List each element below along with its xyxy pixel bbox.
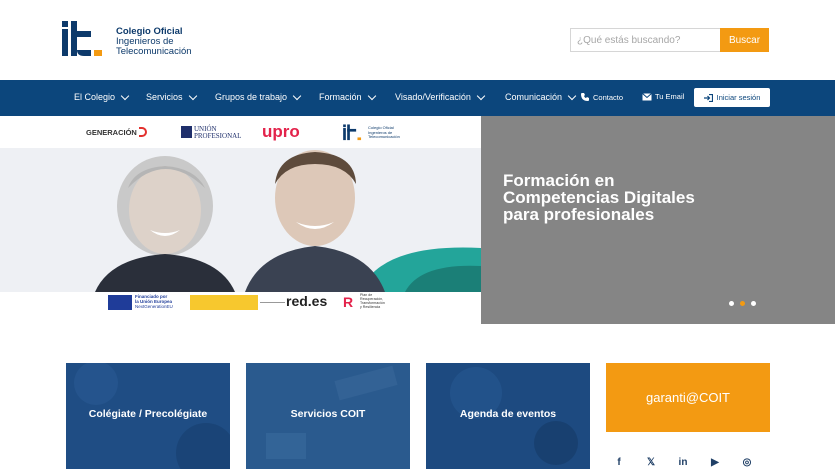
instagram-icon[interactable]: ◎ [740,455,754,469]
card-colegiate[interactable]: Colégiate / Precolégiate [66,363,230,469]
login-button[interactable]: Iniciar sesión [694,88,770,107]
nav-item-label: Formación [319,92,362,102]
slider-dot-2[interactable] [740,301,745,306]
slider-dot-1[interactable] [729,301,734,306]
chevron-down-icon [292,91,302,100]
logo-line: Telecomunicación [116,46,192,57]
eu-flag-icon [108,295,132,310]
nav-item-formacion[interactable]: Formación [319,91,376,102]
nav-contact[interactable]: Contacto [580,92,623,102]
hero-title-line: Competencias Digitales [503,188,695,207]
logo-text: Colegio Oficial Ingenieros de Telecomuni… [116,27,192,57]
chevron-down-icon [367,91,376,100]
partner-logos: GENERACIÓN UNIÓN PROFESIONAL upro Colegi… [0,116,481,148]
social-links: f 𝕏 in ▶ ◎ [612,455,754,469]
chevron-down-icon [476,91,486,100]
funding-divider [260,302,285,303]
youtube-icon[interactable]: ▶ [708,455,722,469]
coit-logo-small [343,124,362,141]
eu-line: NextGenerationEU [135,304,173,309]
logo-generacion: GENERACIÓN [86,127,147,137]
chevron-down-icon [120,91,130,100]
red-es-logo: red.es [286,293,328,309]
hero-title-line: Formación en [503,171,615,190]
chevron-down-icon [188,91,197,100]
slider-dot-3[interactable] [751,301,756,306]
hero-image: GENERACIÓN UNIÓN PROFESIONAL upro Colegi… [0,116,481,324]
card-label: Agenda de eventos [459,408,557,420]
nav-item-label: Grupos de trabajo [215,92,288,102]
chevron-down-icon [567,91,577,100]
nav-item-label: El Colegio [74,92,116,102]
union-mark [181,126,192,138]
nav-contact-label: Contacto [593,92,624,102]
linkedin-icon[interactable]: in [676,455,690,469]
plan-recuperacion-text: Plan de Recuperación, Transformación y R… [360,293,385,309]
nav-item-label: Servicios [146,92,183,102]
gobierno-logo [190,295,258,310]
search-input[interactable] [570,28,720,52]
nav-item-comunicacion[interactable]: Comunicación [505,91,577,102]
generacion-d-mark [138,127,147,137]
hero-slider[interactable]: GENERACIÓN UNIÓN PROFESIONAL upro Colegi… [0,116,835,324]
facebook-icon[interactable]: f [612,455,626,469]
search-button[interactable]: Buscar [720,28,769,52]
card-label: Colégiate / Precolégiate [88,408,208,420]
hero-title[interactable]: Formación en Competencias Digitales para… [503,172,695,223]
phone-icon [581,93,589,101]
funding-logos: Financiado por la Unión Europea NextGene… [0,292,481,324]
logo-generacion-text: GENERACIÓN [86,128,137,137]
garanti-coit-button[interactable]: garanti@COIT [606,363,770,432]
login-label: Iniciar sesión [716,93,761,102]
nav-email-label: Tu Email [655,92,685,101]
sign-in-icon [703,93,713,102]
site-header: Colegio Oficial Ingenieros de Telecomuni… [0,0,835,80]
x-icon[interactable]: 𝕏 [644,455,658,469]
nav-item-servicios[interactable]: Servicios [146,91,197,102]
slider-dots [729,301,756,306]
logo-upro: upro [262,122,300,141]
card-label: Servicios COIT [290,408,366,420]
nav-email[interactable]: Tu Email [642,92,684,101]
coit-small-line: Telecomunicación [368,134,400,139]
logo-union-profesional: UNIÓN PROFESIONAL [181,126,244,140]
plan-line: y Resiliencia [360,305,381,309]
nav-item-grupos[interactable]: Grupos de trabajo [215,91,302,102]
hero-caption-panel: Formación en Competencias Digitales para… [481,116,835,324]
hero-title-line: para profesionales [503,205,655,224]
nav-item-label: Visado/Verificación [395,92,471,102]
nav-item-label: Comunicación [505,92,563,102]
hero-people-illustration [0,148,481,292]
card-servicios-coit[interactable]: Servicios COIT [246,363,410,469]
card-agenda-eventos[interactable]: Agenda de eventos [426,363,590,469]
nav-item-el-colegio[interactable]: El Colegio [74,91,130,102]
nav-item-visado[interactable]: Visado/Verificación [395,91,486,102]
eu-text: Financiado por la Unión Europea NextGene… [135,294,173,309]
envelope-icon [642,92,652,100]
plan-recuperacion-mark: R [343,294,354,310]
logo-union-text: UNIÓN PROFESIONAL [194,125,242,140]
coit-logo[interactable] [62,20,106,58]
coit-logo-small-text: Colegio Oficial Ingenieros de Telecomuni… [368,125,400,140]
